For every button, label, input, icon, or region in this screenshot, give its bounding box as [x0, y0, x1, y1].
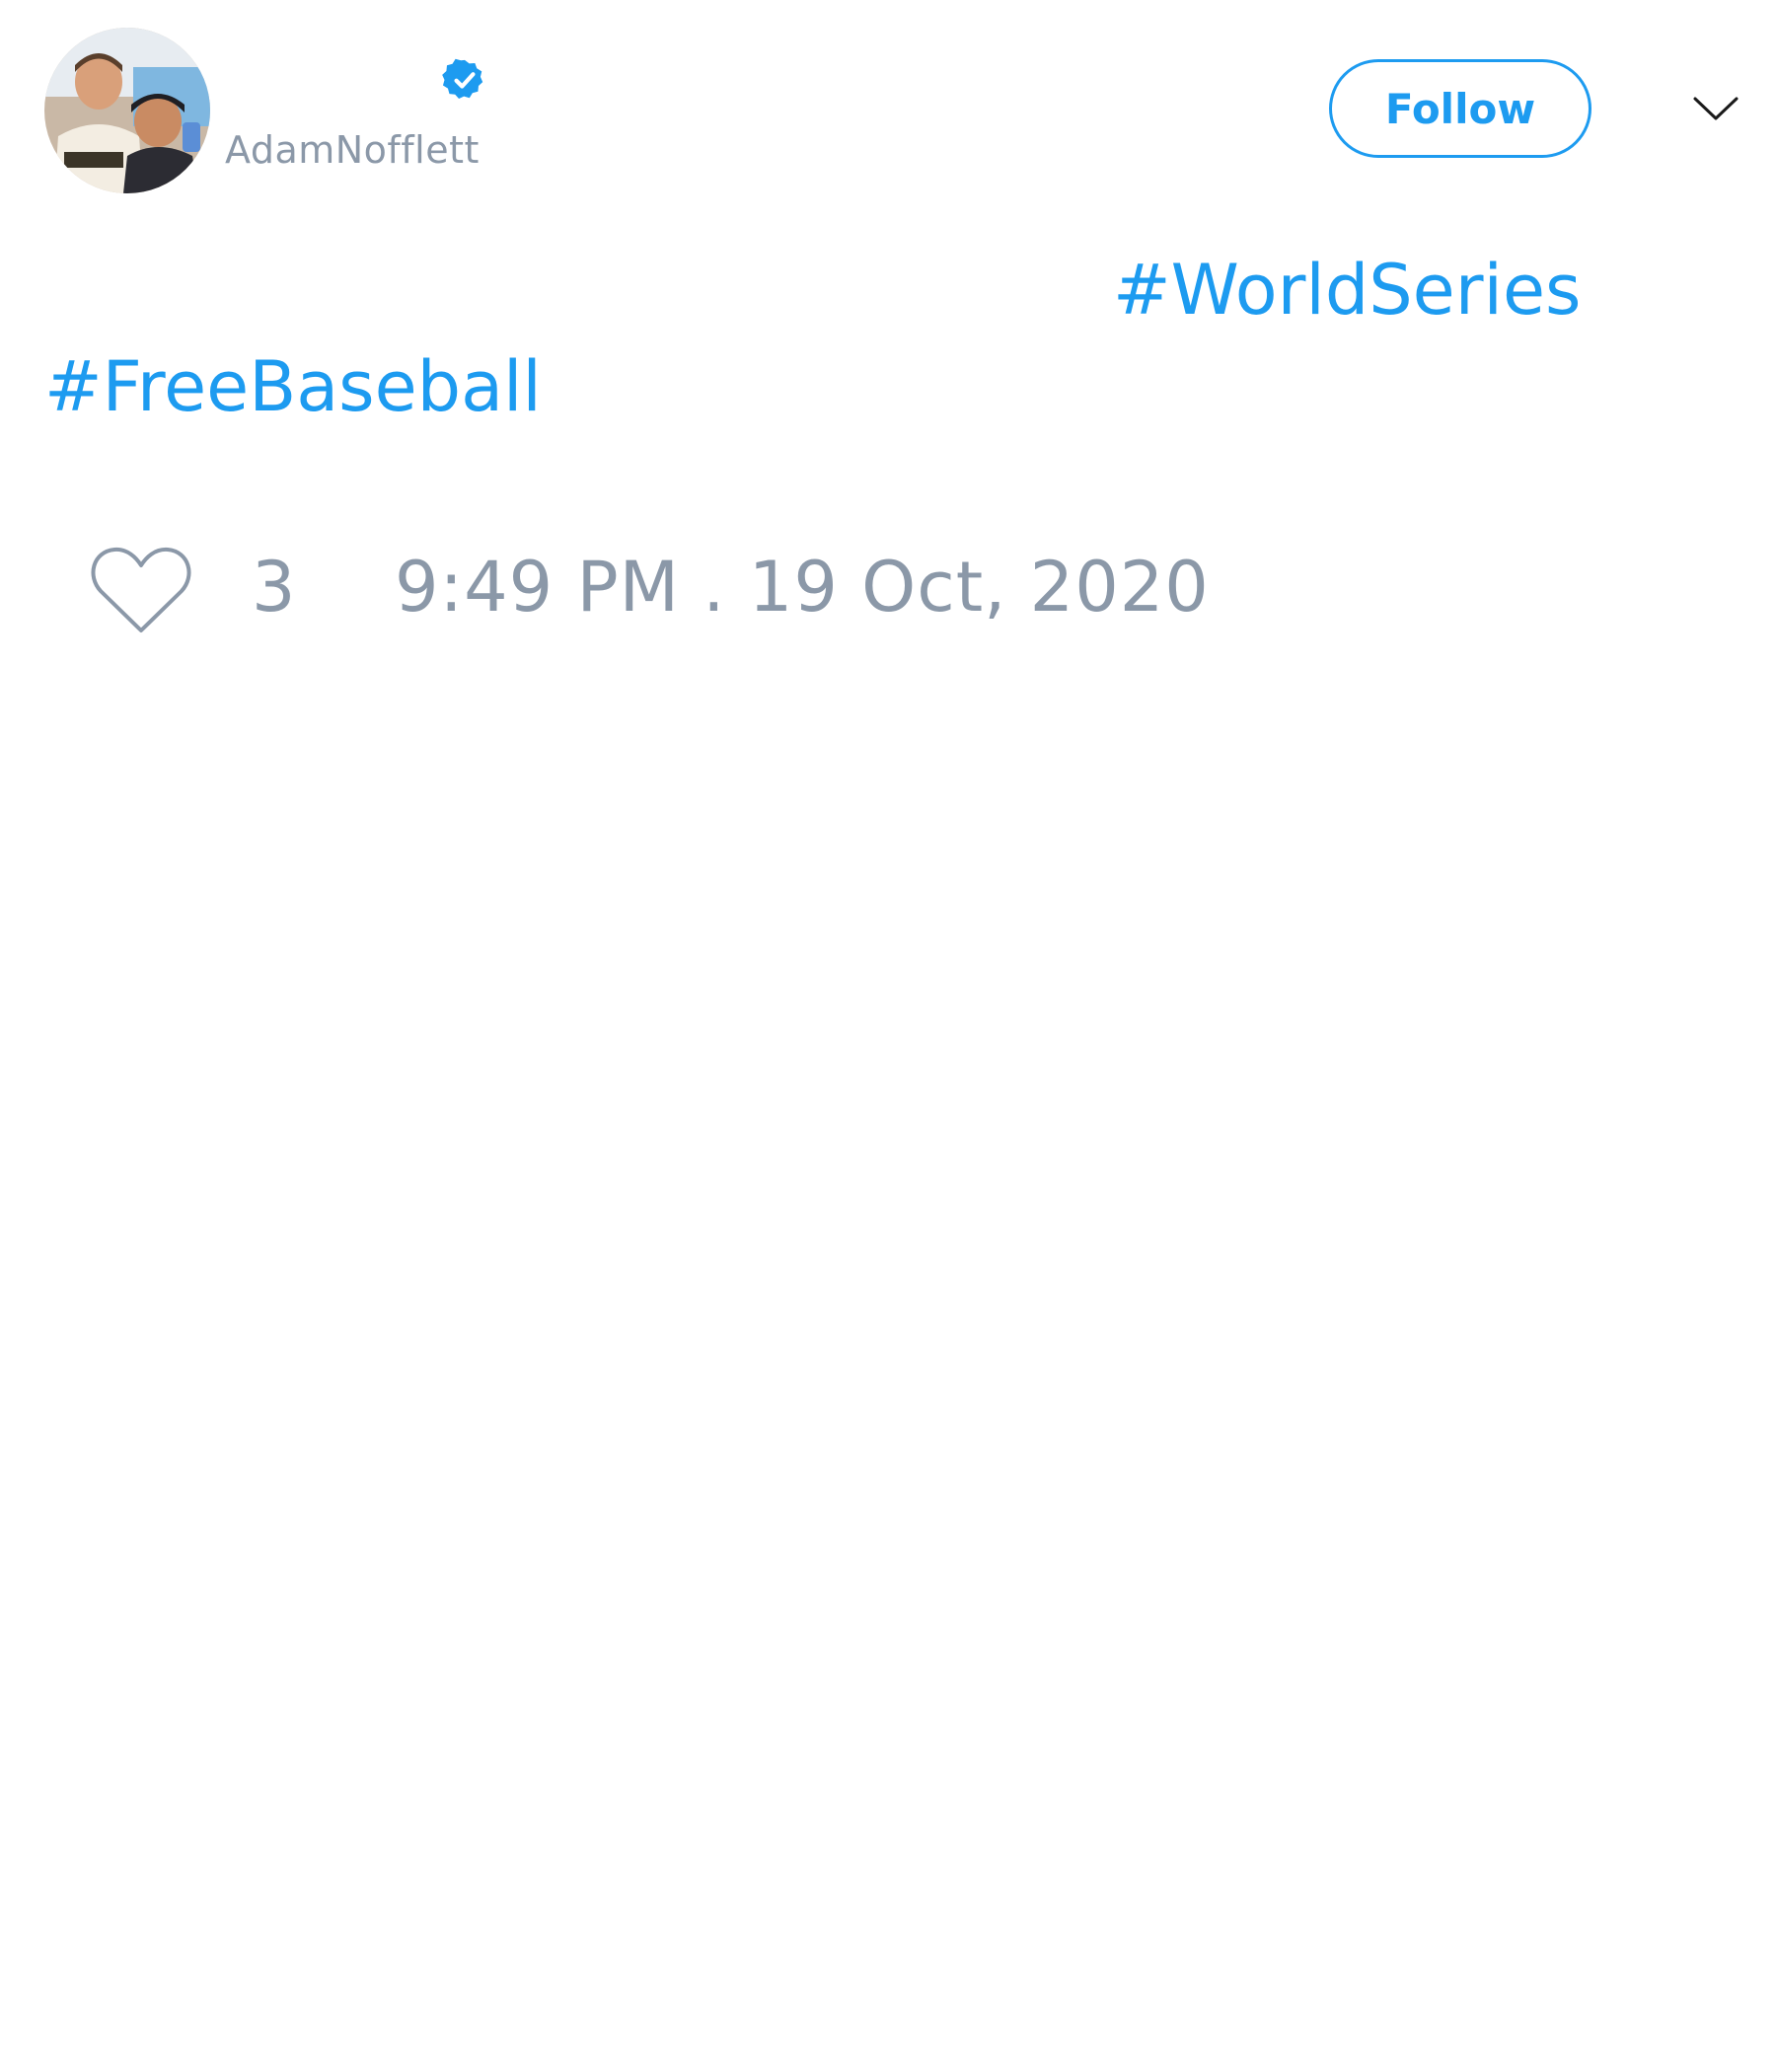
- chevron-down-icon[interactable]: [1691, 89, 1740, 128]
- like-count: 3: [252, 547, 296, 628]
- follow-button[interactable]: Follow: [1329, 59, 1591, 158]
- tweet-timestamp[interactable]: 9:49 PM . 19 Oct, 2020: [395, 538, 1210, 636]
- author-handle[interactable]: AdamNofflett: [225, 126, 480, 174]
- heart-outline-icon[interactable]: [89, 544, 193, 636]
- hashtag-freebaseball-link[interactable]: #FreeBaseball: [44, 338, 1584, 435]
- hashtag-worldseries-link[interactable]: #WorldSeries: [44, 242, 1584, 338]
- tweet-text: #WorldSeries #FreeBaseball: [44, 242, 1584, 435]
- verified-badge-icon: [442, 58, 483, 99]
- avatar[interactable]: [44, 28, 210, 193]
- avatar-photo: [44, 28, 210, 193]
